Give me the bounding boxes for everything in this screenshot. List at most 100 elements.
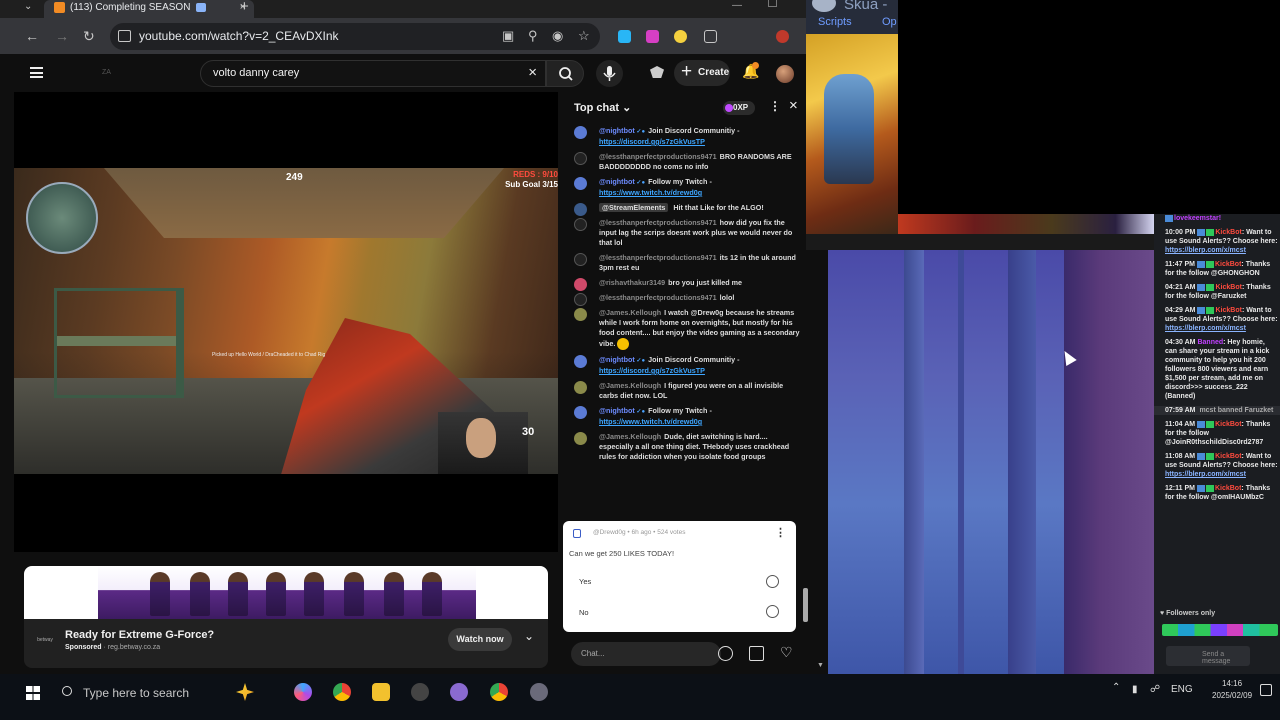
profile-icon[interactable] — [776, 30, 789, 43]
heart-icon[interactable]: ♡ — [780, 644, 795, 660]
menu-scripts[interactable]: Scripts — [818, 16, 852, 28]
watch-now-button[interactable]: Watch now — [448, 628, 512, 651]
network-icon[interactable]: ☍ — [1150, 684, 1160, 695]
chat-author[interactable]: @James.Kellough — [599, 381, 661, 390]
copilot-icon[interactable] — [294, 683, 312, 701]
taskbar-search[interactable]: Type here to search — [52, 676, 232, 710]
feed-link[interactable]: https://blerp.com/x/mcst — [1165, 325, 1246, 332]
scroll-down-arrow-icon[interactable]: ▼ — [817, 662, 824, 669]
chat-author[interactable]: @rishavthakur3149 — [599, 278, 665, 287]
close-icon[interactable]: × — [789, 97, 798, 114]
poll-option-no[interactable]: No — [579, 608, 589, 617]
chat-author[interactable]: @nightbot — [599, 406, 645, 415]
chat-link[interactable]: https://discord.gg/s7zGkVusTP — [599, 137, 705, 146]
more-options-icon[interactable]: ⋮ — [769, 99, 781, 113]
chat-author[interactable]: @nightbot — [599, 355, 645, 364]
extension-icon[interactable] — [646, 30, 659, 43]
search-query[interactable]: volto danny carey — [213, 67, 299, 79]
browser-tab-youtube[interactable]: (113) Completing SEASON × — [44, 0, 254, 18]
video-player[interactable]: 249 REDS : 9/10 Sub Goal 3/15 30 Picked … — [14, 92, 558, 552]
menu-options[interactable]: Op — [882, 16, 897, 28]
sparkle-widget-icon[interactable] — [236, 683, 254, 701]
search-button[interactable] — [546, 60, 584, 87]
chrome-icon[interactable] — [333, 683, 351, 701]
taskbar-search-placeholder[interactable]: Type here to search — [83, 686, 189, 700]
ad-image[interactable] — [24, 566, 548, 619]
poll-menu-icon[interactable]: ⋮ — [775, 526, 786, 539]
language-indicator[interactable]: ENG — [1171, 684, 1193, 695]
extension-icon[interactable] — [618, 30, 631, 43]
ad-title[interactable]: Ready for Extreme G-Force? — [65, 629, 214, 641]
poll-radio-no[interactable] — [766, 605, 779, 618]
chat-author[interactable]: @James.Kellough — [599, 308, 661, 317]
forward-arrow-icon[interactable]: → — [55, 28, 69, 44]
file-explorer-icon[interactable] — [372, 683, 390, 701]
chat-author[interactable]: @StreamElements — [599, 203, 669, 212]
extension-icon[interactable] — [674, 30, 687, 43]
avatar[interactable] — [776, 65, 794, 83]
chat-link[interactable]: https://www.twitch.tv/drewd0g — [599, 417, 702, 426]
windows-start-icon[interactable] — [26, 686, 40, 700]
chat-author[interactable]: @lessthanperfectproductions9471 — [599, 152, 717, 161]
back-arrow-icon[interactable]: ← — [25, 28, 39, 44]
chat-scrollbar[interactable] — [803, 588, 808, 622]
site-info-icon[interactable] — [118, 30, 131, 42]
feed-top-user[interactable]: lovekeemstar! — [1174, 215, 1221, 222]
zoom-icon[interactable]: ⚲ — [528, 28, 538, 44]
notification-center-icon[interactable] — [1260, 684, 1272, 696]
chevron-down-icon[interactable]: ⌄ — [524, 629, 534, 643]
window-maximize-button[interactable] — [768, 0, 777, 7]
emoji-icon[interactable] — [718, 646, 733, 661]
feed-user[interactable]: Banned — [1197, 339, 1223, 346]
voice-search-button[interactable] — [596, 60, 623, 87]
new-tab-button[interactable]: + — [240, 0, 249, 15]
advertiser-logo[interactable]: betway — [34, 629, 56, 651]
reload-icon[interactable]: ↻ — [83, 28, 95, 45]
feed-user[interactable]: KickBot — [1215, 421, 1241, 428]
chat-author[interactable]: @nightbot — [599, 177, 645, 186]
address-bar[interactable]: youtube.com/watch?v=2_CEAvDXInk ▣ ⚲ ◉ ☆ — [110, 23, 600, 50]
game-client-view[interactable] — [806, 34, 898, 234]
feed-user[interactable]: KickBot — [1215, 229, 1241, 236]
stream-preview[interactable] — [828, 250, 1154, 674]
feed-user[interactable]: KickBot — [1215, 485, 1241, 492]
extensions-puzzle-icon[interactable] — [704, 30, 717, 43]
install-app-icon[interactable]: ▣ — [502, 28, 514, 44]
cast-icon[interactable] — [650, 66, 664, 78]
url-text[interactable]: youtube.com/watch?v=2_CEAvDXInk — [139, 29, 339, 43]
send-message-input[interactable]: Send a message — [1166, 646, 1250, 666]
emote-bar[interactable] — [1162, 624, 1278, 636]
chat-input[interactable]: Chat... — [571, 642, 721, 666]
video-frame[interactable]: 249 REDS : 9/10 Sub Goal 3/15 30 Picked … — [14, 168, 558, 474]
app-icon[interactable] — [530, 683, 548, 701]
menu-hamburger-icon[interactable] — [30, 67, 43, 78]
feed-user[interactable]: KickBot — [1215, 307, 1241, 314]
chat-link[interactable]: https://discord.gg/s7zGkVusTP — [599, 366, 705, 375]
steam-icon[interactable] — [411, 683, 429, 701]
feed-user[interactable]: KickBot — [1215, 284, 1241, 291]
chat-author[interactable]: @James.Kellough — [599, 432, 661, 441]
window-minimize-button[interactable]: — — [732, 0, 742, 11]
search-input[interactable]: volto danny carey × — [200, 60, 546, 87]
feed-link[interactable]: https://blerp.com/x/mcst — [1165, 247, 1246, 254]
microphone-tray-icon[interactable]: ▮ — [1132, 684, 1138, 695]
chat-author[interactable]: @lessthanperfectproductions9471 — [599, 293, 717, 302]
poll-radio-yes[interactable] — [766, 575, 779, 588]
feed-user[interactable]: KickBot — [1215, 453, 1241, 460]
snipping-tool-icon[interactable] — [450, 683, 468, 701]
clear-search-icon[interactable]: × — [528, 64, 537, 81]
chat-author[interactable]: @nightbot — [599, 126, 645, 135]
tray-overflow-icon[interactable]: ⌃ — [1112, 682, 1120, 693]
clock[interactable]: 14:16 2025/02/09 — [1212, 678, 1252, 702]
tab-search-chevron-icon[interactable]: ⌄ — [24, 1, 32, 12]
eye-off-icon[interactable]: ◉ — [552, 28, 563, 44]
chrome-profile-icon[interactable] — [490, 683, 508, 701]
chat-link[interactable]: https://www.twitch.tv/drewd0g — [599, 188, 702, 197]
chat-author[interactable]: @lessthanperfectproductions9471 — [599, 253, 717, 262]
poll-option-yes[interactable]: Yes — [579, 577, 591, 586]
xp-badge[interactable]: 0XP — [723, 101, 755, 115]
create-button[interactable]: + Create — [674, 60, 730, 86]
feed-link[interactable]: https://blerp.com/x/mcst — [1165, 471, 1246, 478]
chat-author[interactable]: @lessthanperfectproductions9471 — [599, 218, 717, 227]
ad-card[interactable]: betway Ready for Extreme G-Force? Sponso… — [24, 566, 548, 668]
